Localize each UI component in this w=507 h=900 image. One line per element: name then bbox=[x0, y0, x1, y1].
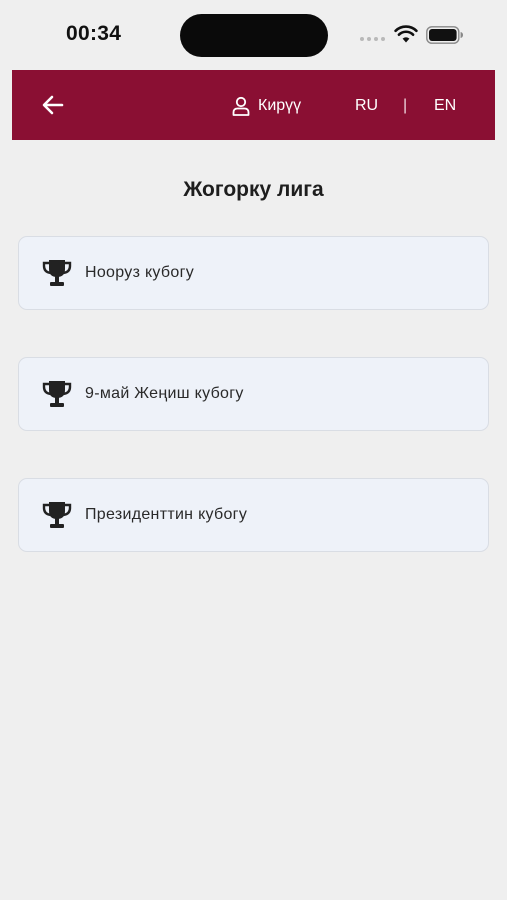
cup-label: Нооруз кубогу bbox=[85, 264, 195, 281]
back-arrow-icon[interactable] bbox=[38, 90, 68, 120]
wifi-icon bbox=[394, 25, 418, 43]
language-separator: | bbox=[403, 97, 408, 114]
app-header: Кирүү RU | EN bbox=[12, 70, 495, 140]
language-en-button[interactable]: EN bbox=[434, 97, 456, 115]
trophy-icon bbox=[42, 381, 72, 407]
signal-dots-icon bbox=[360, 37, 385, 41]
cup-label: 9-май Жеңиш кубогу bbox=[85, 385, 244, 402]
page-title: Жогорку лига bbox=[183, 178, 324, 201]
status-time: 00:34 bbox=[66, 22, 122, 45]
cup-item-president[interactable]: Президенттин кубогу bbox=[18, 478, 489, 552]
language-ru-button[interactable]: RU bbox=[355, 97, 378, 115]
dynamic-island bbox=[180, 14, 328, 57]
trophy-icon bbox=[42, 502, 72, 528]
cup-item-nooruz[interactable]: Нооруз кубогу bbox=[18, 236, 489, 310]
battery-icon bbox=[426, 26, 463, 44]
cup-label: Президенттин кубогу bbox=[85, 506, 248, 523]
login-button[interactable]: Кирүү bbox=[232, 94, 301, 118]
status-bar: 00:34 bbox=[0, 0, 507, 66]
user-icon bbox=[232, 96, 250, 116]
cup-item-victory-day[interactable]: 9-май Жеңиш кубогу bbox=[18, 357, 489, 431]
trophy-icon bbox=[42, 260, 72, 286]
login-label: Кирүү bbox=[258, 97, 302, 114]
